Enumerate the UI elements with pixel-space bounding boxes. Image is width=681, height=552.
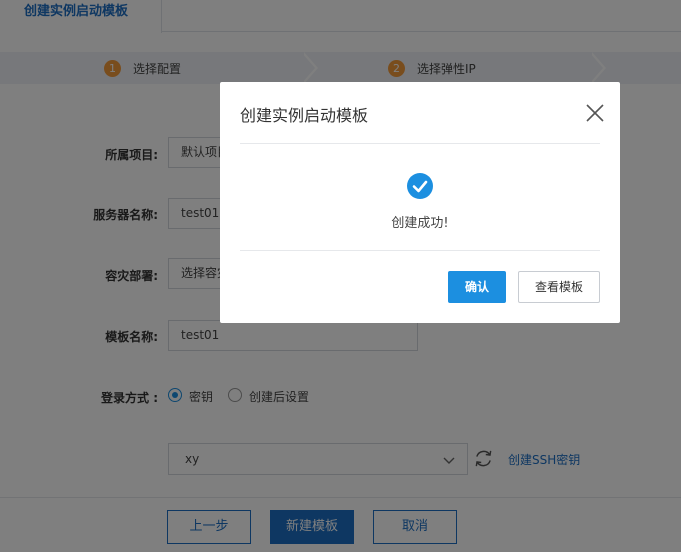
dialog-divider-bottom: [240, 250, 600, 251]
check-circle-icon: [407, 173, 433, 199]
dialog-divider-top: [240, 143, 600, 144]
success-message: 创建成功!: [391, 216, 449, 231]
success-dialog: 创建实例启动模板 创建成功! 确认 查看模板: [220, 82, 620, 323]
dialog-title: 创建实例启动模板: [240, 106, 369, 125]
confirm-button[interactable]: 确认: [448, 271, 506, 303]
close-icon[interactable]: [586, 104, 604, 122]
view-template-button[interactable]: 查看模板: [518, 271, 600, 303]
